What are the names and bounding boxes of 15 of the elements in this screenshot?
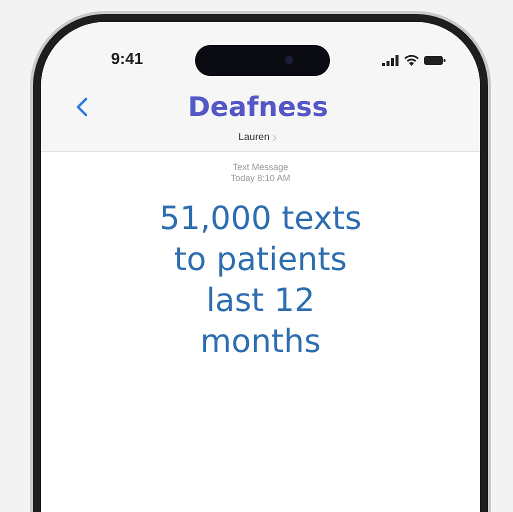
signal-icon (382, 54, 399, 66)
message-text: 51,000 texts (160, 198, 362, 239)
conversation-title: Deafness (186, 92, 330, 122)
message-text: to patients (174, 239, 347, 280)
message-timestamp: Today 8:10 AM (230, 173, 290, 184)
message-text: months (200, 321, 321, 362)
contact-button[interactable]: Lauren (238, 124, 277, 151)
camera-icon (284, 55, 294, 65)
chevron-left-icon (76, 97, 88, 117)
message-text: last 12 (206, 280, 315, 321)
wifi-icon (404, 54, 419, 66)
battery-icon (424, 54, 446, 66)
chevron-right-icon (272, 134, 277, 142)
status-time: 9:41 (111, 51, 144, 69)
message-service-label: Text Message (232, 162, 288, 173)
